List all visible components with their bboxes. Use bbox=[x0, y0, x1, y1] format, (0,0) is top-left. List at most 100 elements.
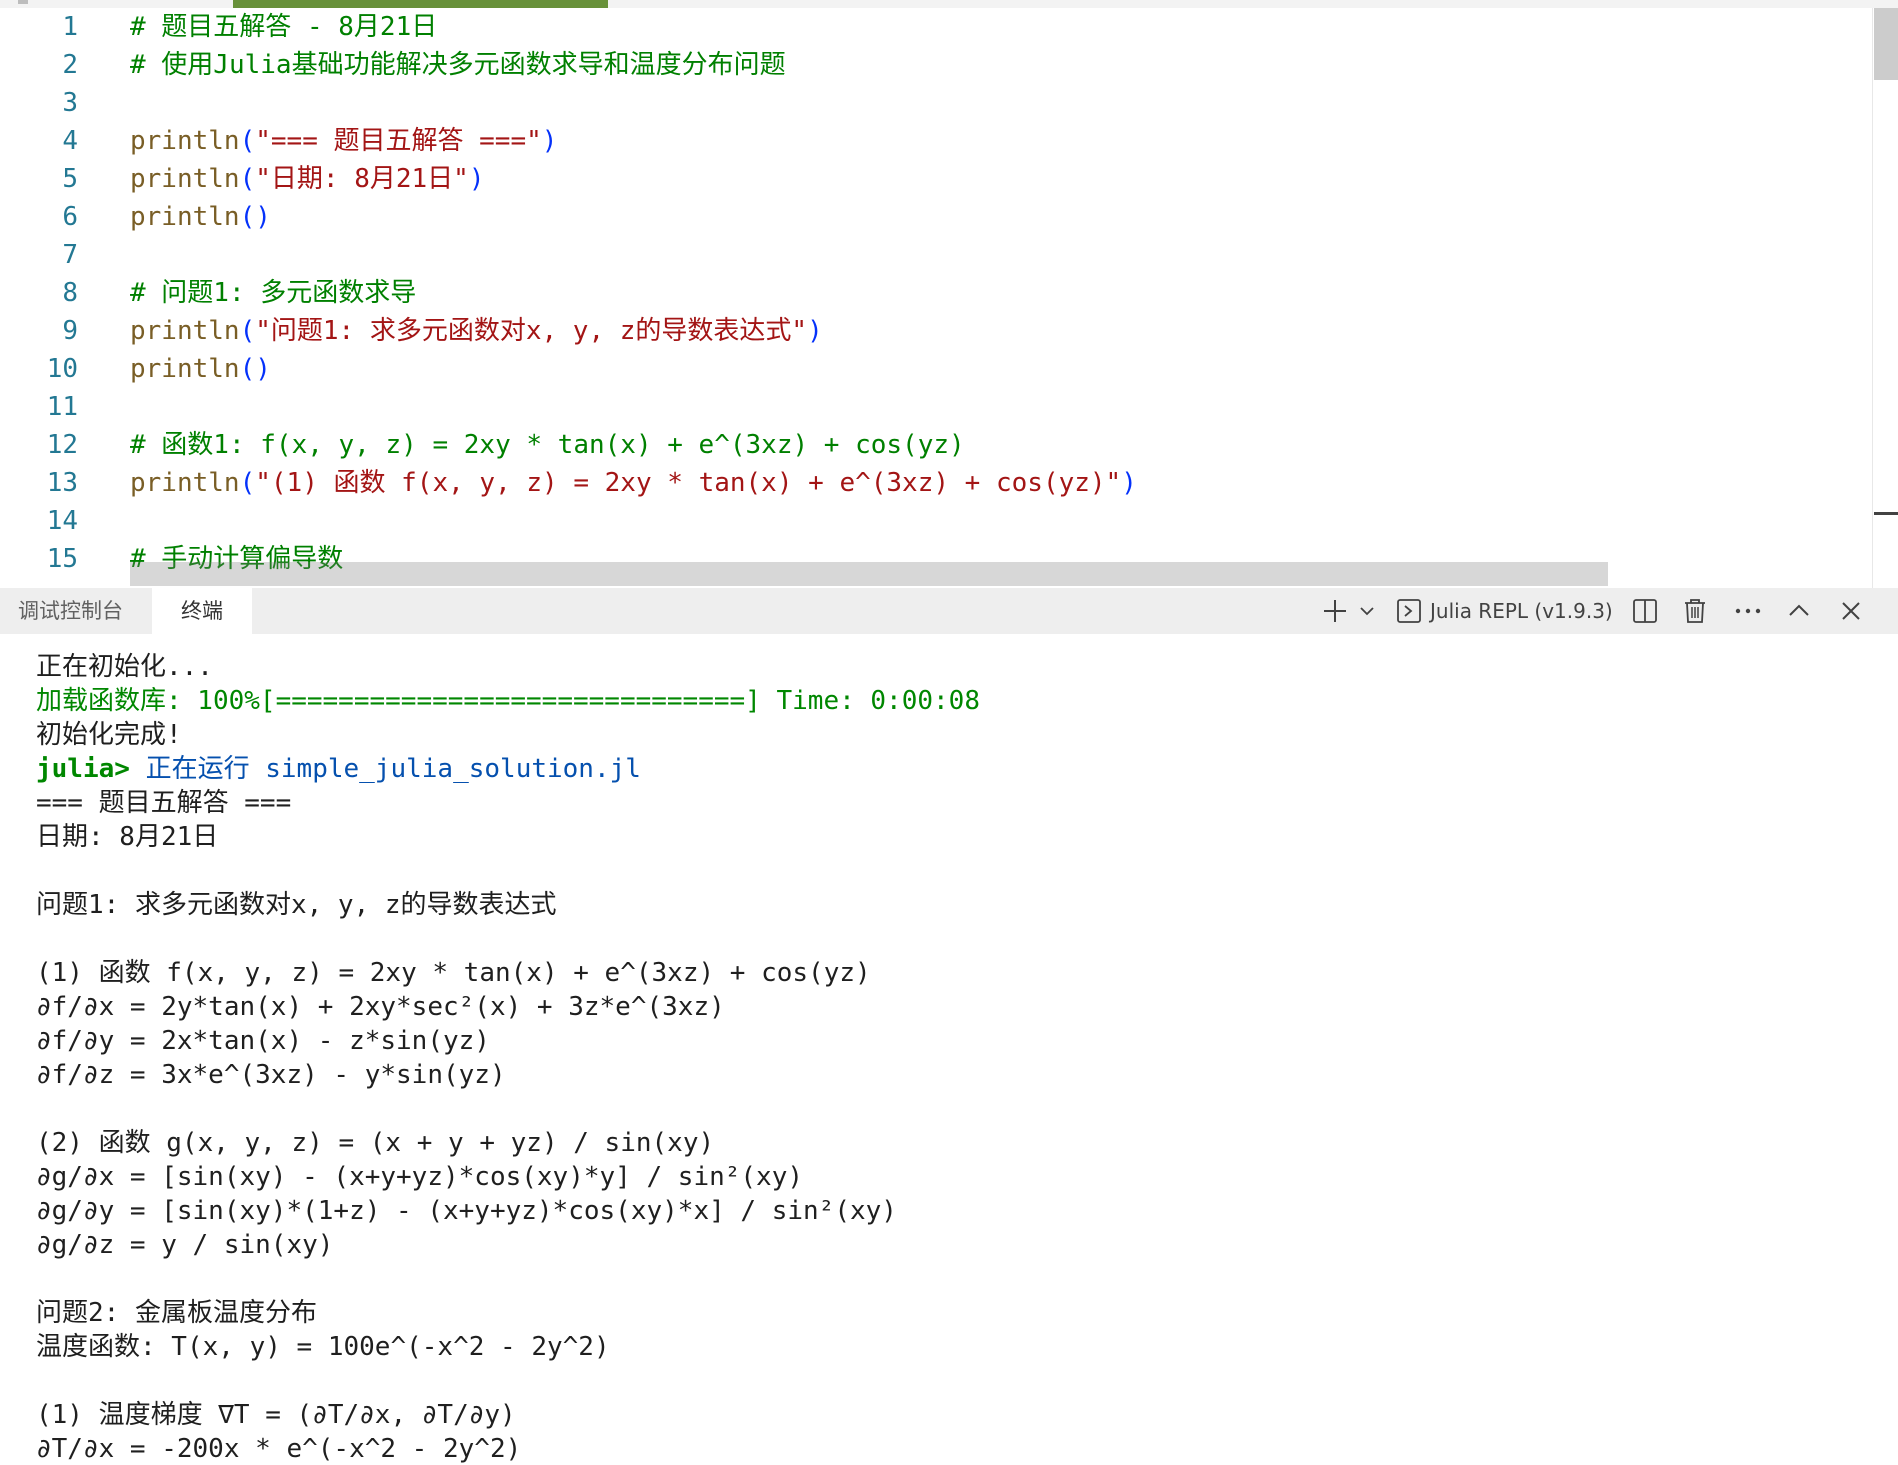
julia-prompt: julia> bbox=[36, 754, 130, 784]
code-token: "=== 题目五解答 ===" bbox=[255, 126, 542, 156]
line-code: # 问题1: 多元函数求导 bbox=[130, 274, 416, 312]
terminal-line: 日期: 8月21日 bbox=[36, 820, 980, 854]
more-icon bbox=[1734, 607, 1762, 615]
terminal-text: 问题2: 金属板温度分布 bbox=[36, 1298, 317, 1328]
terminal-selector-label: Julia REPL (v1.9.3) bbox=[1430, 599, 1613, 623]
close-icon bbox=[1841, 601, 1861, 621]
line-number: 7 bbox=[62, 240, 78, 270]
plus-icon bbox=[1322, 598, 1348, 624]
code-token: ( bbox=[239, 316, 256, 346]
code-token: () bbox=[239, 354, 271, 384]
code-token: ) bbox=[1121, 468, 1137, 498]
terminal-line: (1) 温度梯度 ∇T = (∂T/∂x, ∂T/∂y) bbox=[36, 1398, 980, 1432]
terminal-text: 日期: 8月21日 bbox=[36, 822, 219, 852]
tab-terminal-label: 终端 bbox=[181, 599, 223, 623]
line-number: 8 bbox=[62, 278, 78, 308]
terminal-line: 温度函数: T(x, y) = 100e^(-x^2 - 2y^2) bbox=[36, 1330, 980, 1364]
line-number: 10 bbox=[46, 354, 78, 384]
terminal-text: (1) 函数 f(x, y, z) = 2xy * tan(x) + e^(3x… bbox=[36, 958, 871, 988]
code-token: println bbox=[130, 164, 240, 194]
code-token: () bbox=[239, 202, 271, 232]
code-token: println bbox=[130, 316, 240, 346]
terminal-text: ∂f/∂x = 2y*tan(x) + 2xy*sec²(x) + 3z*e^(… bbox=[36, 992, 725, 1022]
editor-vertical-scrollbar[interactable] bbox=[1874, 8, 1898, 80]
line-code: println("=== 题目五解答 ===") bbox=[130, 122, 557, 160]
terminal-lines: 正在初始化... 加载函数库: 100%[====================… bbox=[36, 650, 980, 1465]
kill-terminal-button[interactable] bbox=[1678, 588, 1712, 634]
more-actions-button[interactable] bbox=[1728, 588, 1768, 634]
code-token: println bbox=[130, 126, 240, 156]
line-code: println() bbox=[130, 198, 271, 236]
tab-terminal[interactable]: 终端 bbox=[152, 588, 252, 634]
terminal-line: ∂g/∂z = y / sin(xy) bbox=[36, 1228, 980, 1262]
terminal-line: ∂g/∂x = [sin(xy) - (x+y+yz)*cos(xy)*y] /… bbox=[36, 1160, 980, 1194]
chevron-down-icon bbox=[1359, 603, 1375, 619]
line-number: 9 bbox=[62, 316, 78, 346]
split-terminal-button[interactable] bbox=[1628, 588, 1662, 634]
terminal-text: ∂g/∂x = [sin(xy) - (x+y+yz)*cos(xy)*y] /… bbox=[36, 1162, 804, 1192]
line-number: 4 bbox=[62, 126, 78, 156]
terminal-text: (2) 函数 g(x, y, z) = (x + y + yz) / sin(x… bbox=[36, 1128, 715, 1158]
terminal-line: 问题1: 求多元函数对x, y, z的导数表达式 bbox=[36, 888, 980, 922]
line-number: 2 bbox=[62, 50, 78, 80]
code-token: # 使用Julia基础功能解决多元函数求导和温度分布问题 bbox=[130, 50, 786, 80]
trash-icon bbox=[1682, 597, 1708, 625]
terminal-line: 初始化完成! bbox=[36, 718, 980, 752]
line-number: 13 bbox=[46, 468, 78, 498]
terminal-text: simple_julia_solution.jl bbox=[265, 754, 641, 784]
terminal-text: === 题目五解答 === bbox=[36, 788, 292, 818]
line-number: 12 bbox=[46, 430, 78, 460]
terminal-text: 加载函数库: 100%[============================… bbox=[36, 686, 980, 716]
terminal-line: 加载函数库: 100%[============================… bbox=[36, 684, 980, 718]
terminal-line: (1) 函数 f(x, y, z) = 2xy * tan(x) + e^(3x… bbox=[36, 956, 980, 990]
terminal-line: ∂T/∂x = -200x * e^(-x^2 - 2y^2) bbox=[36, 1432, 980, 1465]
code-token: ( bbox=[239, 126, 256, 156]
terminal-line: ∂f/∂y = 2x*tan(x) - z*sin(yz) bbox=[36, 1024, 980, 1058]
terminal-text: ∂g/∂z = y / sin(xy) bbox=[36, 1230, 334, 1260]
code-token: println bbox=[130, 354, 240, 384]
panel-header: 调试控制台 终端 Julia REPL (v1.9.3) bbox=[0, 588, 1898, 634]
code-token: ) bbox=[541, 126, 558, 156]
vertical-ruler bbox=[1872, 8, 1873, 588]
line-code: # 使用Julia基础功能解决多元函数求导和温度分布问题 bbox=[130, 46, 786, 84]
editor-tab-overflow[interactable] bbox=[18, 0, 28, 4]
line-number: 5 bbox=[62, 164, 78, 194]
terminal-text: 温度函数: T(x, y) = 100e^(-x^2 - 2y^2) bbox=[36, 1332, 610, 1362]
line-number: 11 bbox=[46, 392, 78, 422]
terminal-line: ∂f/∂z = 3x*e^(3xz) - y*sin(yz) bbox=[36, 1058, 980, 1092]
terminal-selector[interactable]: Julia REPL (v1.9.3) bbox=[1396, 588, 1618, 634]
terminal-line: (2) 函数 g(x, y, z) = (x + y + yz) / sin(x… bbox=[36, 1126, 980, 1160]
terminal-text: ∂f/∂z = 3x*e^(3xz) - y*sin(yz) bbox=[36, 1060, 506, 1090]
terminal-line: 正在初始化... bbox=[36, 650, 980, 684]
close-panel-button[interactable] bbox=[1834, 588, 1868, 634]
maximize-panel-button[interactable] bbox=[1782, 588, 1816, 634]
terminal-text: 问题1: 求多元函数对x, y, z的导数表达式 bbox=[36, 890, 557, 920]
launch-profile-button[interactable] bbox=[1356, 588, 1378, 634]
terminal-output[interactable]: 正在初始化... 加载函数库: 100%[====================… bbox=[0, 634, 1898, 1465]
chevron-up-icon bbox=[1788, 600, 1810, 622]
terminal-line: julia> 正在运行 simple_julia_solution.jl bbox=[36, 752, 980, 786]
new-terminal-button[interactable] bbox=[1318, 588, 1352, 634]
code-token: ( bbox=[239, 468, 256, 498]
line-code: println("日期: 8月21日") bbox=[130, 160, 484, 198]
editor-horizontal-scrollbar[interactable] bbox=[130, 562, 1608, 586]
terminal-line: ∂f/∂x = 2y*tan(x) + 2xy*sec²(x) + 3z*e^(… bbox=[36, 990, 980, 1024]
terminal-line: === 题目五解答 === bbox=[36, 786, 980, 820]
code-editor[interactable]: 1 # 题目五解答 - 8月21日 2 # 使用Julia基础功能解决多元函数求导和温… bbox=[0, 0, 1898, 588]
terminal-text: (1) 温度梯度 ∇T = (∂T/∂x, ∂T/∂y) bbox=[36, 1400, 516, 1430]
terminal-text: ∂T/∂x = -200x * e^(-x^2 - 2y^2) bbox=[36, 1434, 522, 1464]
tab-debug-console[interactable]: 调试控制台 bbox=[0, 588, 141, 634]
scrollbar-cursor-marker bbox=[1874, 512, 1898, 515]
terminal-text: 正在运行 bbox=[129, 754, 266, 784]
line-number: 3 bbox=[62, 88, 78, 118]
line-code: println("(1) 函数 f(x, y, z) = 2xy * tan(x… bbox=[130, 464, 1137, 502]
terminal-line: 问题2: 金属板温度分布 bbox=[36, 1296, 980, 1330]
code-token: "日期: 8月21日" bbox=[255, 164, 469, 194]
code-token: ( bbox=[239, 164, 256, 194]
line-number: 6 bbox=[62, 202, 78, 232]
active-editor-tab[interactable] bbox=[233, 0, 608, 8]
